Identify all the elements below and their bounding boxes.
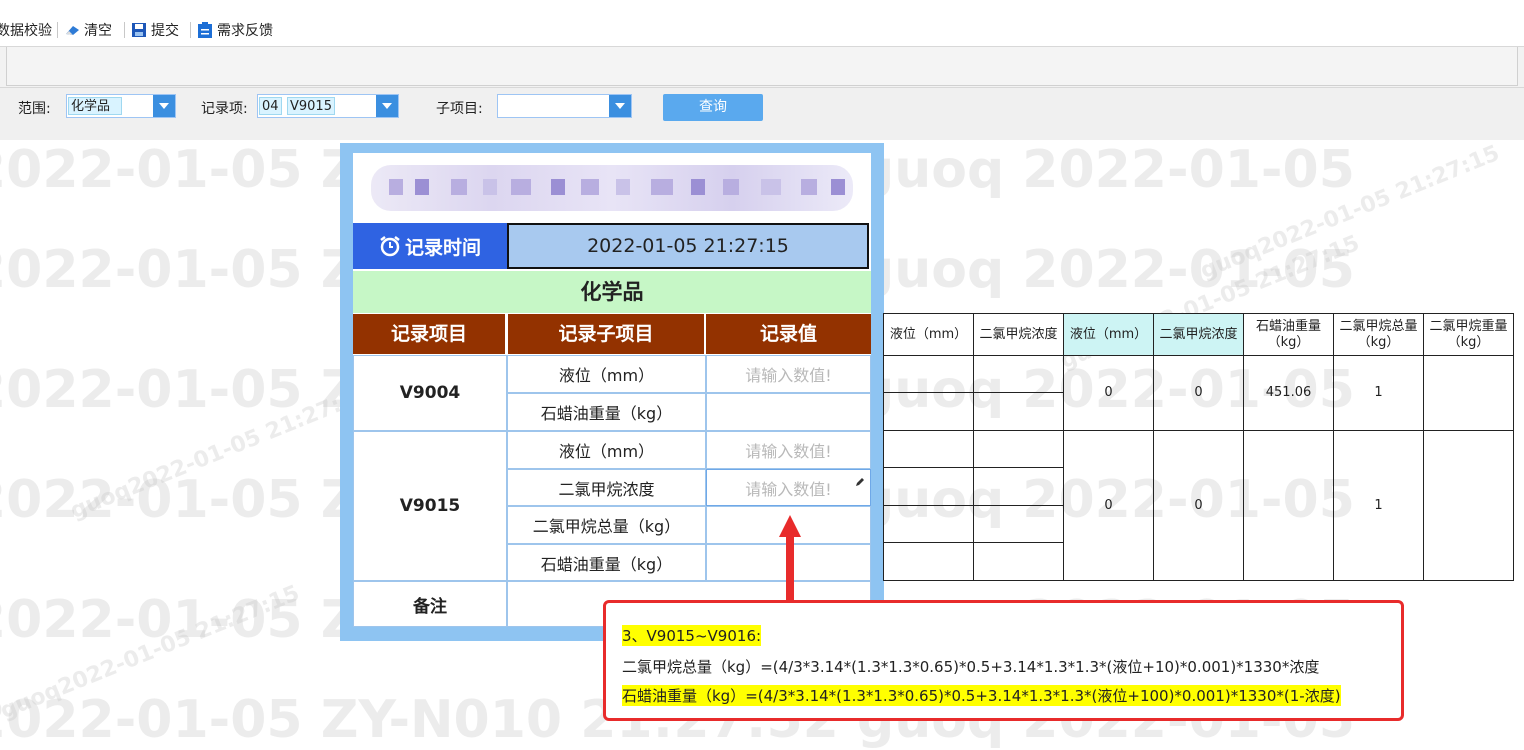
sub-item-select[interactable] bbox=[497, 94, 632, 118]
table-cell: 0 bbox=[1064, 431, 1154, 580]
group-name: V9015 bbox=[353, 431, 507, 581]
subitem-label: 液位（mm） bbox=[507, 355, 706, 393]
table-cell bbox=[884, 468, 974, 506]
table-cell bbox=[884, 356, 974, 393]
subitem-label: 石蜡油重量（kg） bbox=[507, 544, 706, 581]
clear-button[interactable]: 清空 bbox=[64, 20, 112, 40]
summary-table: 液位（mm） 二氯甲烷浓度 液位（mm） 二氯甲烷浓度 石蜡油重量（kg） 二氯… bbox=[883, 313, 1514, 581]
toolbar-divider bbox=[124, 22, 125, 38]
formula-2-label: 石蜡油重量（kg） bbox=[622, 687, 746, 705]
sub-item-label: 子项目: bbox=[436, 101, 483, 117]
table-cell bbox=[1424, 431, 1513, 580]
submit-button[interactable]: 提交 bbox=[131, 20, 179, 40]
table-cell bbox=[974, 468, 1064, 506]
toolbar: 数据校验 清空 提交 需求反馈 bbox=[0, 0, 1524, 46]
record-value: V9015 bbox=[287, 97, 335, 115]
watermark-small: guoq2022-01-05 21:27:15 bbox=[0, 580, 304, 725]
table-cell: 0 bbox=[1154, 431, 1244, 580]
table-cell bbox=[1424, 356, 1513, 431]
table-header: 二氯甲烷浓度 bbox=[1154, 314, 1244, 356]
formula-1-label: 二氯甲烷总量（kg） bbox=[622, 658, 761, 676]
watermark-small: guoq2022-01-05 21:27:15 bbox=[1196, 140, 1504, 285]
table-cell: 0 bbox=[1064, 356, 1154, 431]
table-cell bbox=[974, 431, 1064, 468]
value-placeholder: 请输入数值! bbox=[745, 479, 832, 499]
alarm-clock-icon bbox=[379, 235, 401, 257]
table-cell bbox=[974, 356, 1064, 393]
category-title: 化学品 bbox=[353, 271, 871, 313]
table-cell bbox=[974, 506, 1064, 543]
table-header: 石蜡油重量（kg） bbox=[1244, 314, 1334, 356]
scope-value: 化学品 bbox=[68, 97, 122, 115]
table-cell bbox=[884, 506, 974, 543]
record-code: 04 bbox=[259, 97, 282, 115]
toolbar-divider bbox=[57, 22, 58, 38]
record-label: 记录项: bbox=[201, 101, 248, 117]
query-button[interactable]: 查询 bbox=[663, 94, 763, 121]
table-header: 二氯甲烷浓度 bbox=[974, 314, 1064, 356]
header-record-item: 记录项目 bbox=[353, 314, 505, 354]
scope-select[interactable]: 化学品 bbox=[66, 94, 176, 118]
watermark-small: guoq2022-01-05 21:27:15 bbox=[66, 380, 374, 525]
value-input[interactable]: 请输入数值! bbox=[706, 469, 871, 506]
subitem-label: 液位（mm） bbox=[507, 431, 706, 469]
formula-callout: 3、V9015~V9016: 二氯甲烷总量（kg）=(4/3*3.14*(1.3… bbox=[603, 600, 1404, 721]
formula-line-2: 石蜡油重量（kg）=(4/3*3.14*(1.3*1.3*0.65)*0.5+3… bbox=[622, 685, 1341, 706]
formula-line-1: 二氯甲烷总量（kg）=(4/3*3.14*(1.3*1.3*0.65)*0.5+… bbox=[622, 656, 1319, 677]
formula-1-text: =(4/3*3.14*(1.3*1.3*0.65)*0.5+3.14*1.3*1… bbox=[760, 658, 1320, 676]
subitem-label: 二氯甲烷总量（kg） bbox=[507, 506, 706, 544]
clear-label: 清空 bbox=[84, 23, 112, 39]
record-time-value[interactable]: 2022-01-05 21:27:15 bbox=[507, 223, 869, 269]
validate-label: 数据校验 bbox=[0, 23, 52, 39]
remark-label: 备注 bbox=[353, 581, 507, 627]
formula-2-text: =(4/3*3.14*(1.3*1.3*0.65)*0.5+3.14*1.3*1… bbox=[745, 687, 1341, 705]
toolbar-divider bbox=[190, 22, 191, 38]
subitem-label: 二氯甲烷浓度 bbox=[507, 469, 706, 506]
submit-label: 提交 bbox=[151, 23, 179, 39]
validate-button[interactable]: 数据校验 bbox=[0, 20, 52, 40]
record-time-label-text: 记录时间 bbox=[404, 236, 481, 259]
blurred-header bbox=[371, 165, 853, 211]
record-select[interactable]: 04 V9015 bbox=[257, 94, 399, 118]
sub-toolbar bbox=[0, 46, 1524, 88]
subitem-label: 石蜡油重量（kg） bbox=[507, 393, 706, 431]
table-cell: 1 bbox=[1334, 431, 1424, 580]
table-cell bbox=[884, 543, 974, 580]
sub-toolbar-area bbox=[6, 47, 1518, 86]
header-record-value: 记录值 bbox=[706, 314, 871, 354]
save-icon bbox=[131, 22, 147, 38]
record-time-label: 记录时间 bbox=[353, 223, 507, 269]
table-cell: 1 bbox=[1334, 356, 1424, 431]
value-input[interactable]: 请输入数值! bbox=[706, 431, 871, 469]
table-cell bbox=[974, 393, 1064, 431]
header-record-subitem: 记录子项目 bbox=[508, 314, 704, 354]
table-cell: 0 bbox=[1154, 356, 1244, 431]
table-header: 液位（mm） bbox=[1064, 314, 1154, 356]
pencil-icon[interactable] bbox=[854, 473, 866, 486]
table-header: 液位（mm） bbox=[884, 314, 974, 356]
table-header: 二氯甲烷重量（kg） bbox=[1424, 314, 1513, 356]
table-cell bbox=[974, 543, 1064, 580]
scope-label: 范围: bbox=[18, 101, 51, 117]
table-cell bbox=[884, 393, 974, 431]
chevron-down-icon[interactable] bbox=[153, 95, 175, 117]
table-cell bbox=[884, 431, 974, 468]
group-name: V9004 bbox=[353, 355, 507, 431]
value-input[interactable] bbox=[706, 393, 871, 431]
filter-bar: 范围: 化学品 记录项: 04 V9015 子项目: 查询 bbox=[0, 88, 1524, 140]
callout-title: 3、V9015~V9016: bbox=[622, 625, 762, 646]
table-header: 二氯甲烷总量（kg） bbox=[1334, 314, 1424, 356]
chevron-down-icon[interactable] bbox=[376, 95, 398, 117]
table-cell bbox=[1244, 431, 1334, 580]
value-input[interactable]: 请输入数值! bbox=[706, 355, 871, 393]
feedback-label: 需求反馈 bbox=[217, 23, 273, 39]
clipboard-icon bbox=[197, 21, 213, 39]
eraser-icon bbox=[64, 24, 80, 36]
chevron-down-icon[interactable] bbox=[609, 95, 631, 117]
table-cell: 451.06 bbox=[1244, 356, 1334, 431]
feedback-button[interactable]: 需求反馈 bbox=[197, 20, 273, 40]
